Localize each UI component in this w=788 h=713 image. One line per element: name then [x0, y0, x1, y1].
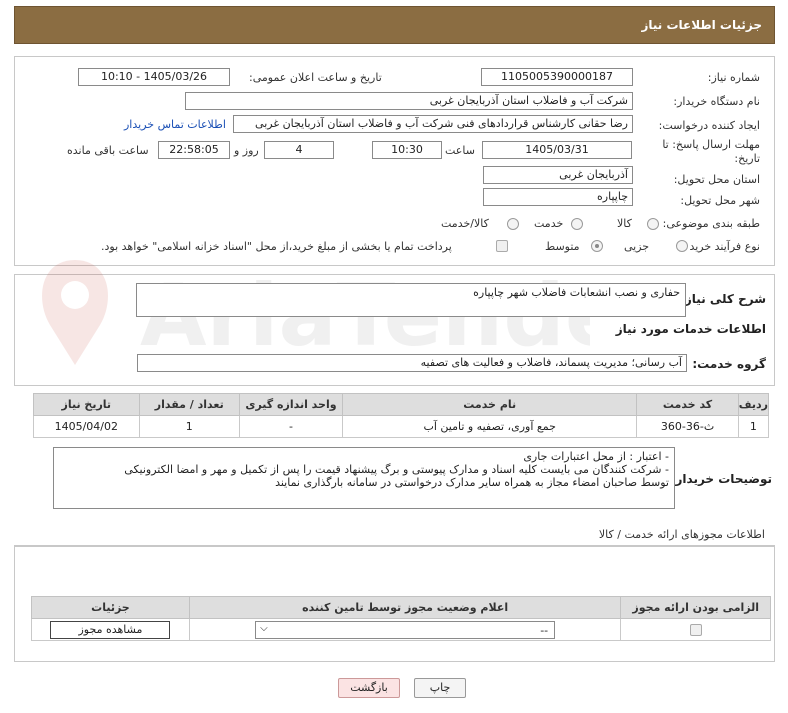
notes-line: - اعتبار : از محل اعتبارات جاری: [523, 450, 669, 463]
category-option-both: کالا/خدمت: [441, 217, 489, 230]
remaining-label: ساعت باقی مانده: [67, 144, 149, 157]
cell-quantity: 1: [138, 415, 240, 438]
category-radio-service[interactable]: [571, 218, 583, 230]
category-option-goods: کالا: [617, 217, 632, 230]
table-row: -- ⌵ مشاهده مجوز: [31, 618, 771, 641]
print-button[interactable]: چاپ: [414, 678, 466, 698]
col-need-date: تاریخ نیاز: [33, 393, 140, 416]
creator-field: رضا حقانی کارشناس قراردادهای فنی شرکت آب…: [233, 115, 633, 133]
category-radio-goods[interactable]: [647, 218, 659, 230]
notes-line: - شرکت کنندگان می بایست کلیه اسناد و مدا…: [124, 463, 669, 476]
announce-label: تاریخ و ساعت اعلان عمومی:: [249, 71, 382, 84]
deadline-label-1: مهلت ارسال پاسخ: تا: [662, 138, 760, 151]
cell-service-code: ث-36-360: [636, 415, 739, 438]
col-permit-details: جزئیات: [31, 596, 190, 619]
col-unit: واحد اندازه گیری: [238, 393, 344, 416]
page-title: جزئیات اطلاعات نیاز: [641, 18, 762, 32]
deadline-time-field: 10:30: [372, 141, 442, 159]
province-field: آذربایجان غربی: [483, 166, 633, 184]
days-field: 4: [264, 141, 334, 159]
cell-permit-required: [620, 618, 771, 641]
treasury-payment-note: پرداخت تمام یا بخشی از مبلغ خرید،از محل …: [101, 240, 452, 253]
chevron-down-icon: ⌵: [260, 622, 268, 634]
process-radio-medium[interactable]: [591, 240, 603, 252]
buyer-label: نام دستگاه خریدار:: [673, 95, 760, 108]
page-header: جزئیات اطلاعات نیاز: [14, 6, 775, 44]
province-label: استان محل تحویل:: [673, 173, 760, 186]
permit-status-select[interactable]: -- ⌵: [255, 620, 556, 639]
permit-required-checkbox: [689, 624, 702, 636]
need-number-label: شماره نیاز:: [707, 71, 760, 84]
services-table-header: ردیف کد خدمت نام خدمت واحد اندازه گیری ت…: [33, 393, 770, 416]
need-info-panel: [14, 56, 775, 266]
permit-status-select-value: --: [540, 623, 549, 637]
col-service-code: کد خدمت: [636, 393, 739, 416]
treasury-payment-checkbox[interactable]: [496, 240, 508, 252]
services-table: ردیف کد خدمت نام خدمت واحد اندازه گیری ت…: [33, 393, 770, 438]
service-group-field: آب رسانی؛ مدیریت پسماند، فاضلاب و فعالیت…: [137, 354, 687, 372]
remaining-time-field: 22:58:05: [158, 141, 230, 159]
col-permit-status: اعلام وضعیت مجوز توسط تامین کننده: [188, 596, 622, 619]
permits-title: اطلاعات مجوزهای ارائه خدمت / کالا: [598, 528, 765, 541]
category-option-service: خدمت: [534, 217, 564, 230]
deadline-label-2: تاریخ:: [734, 152, 760, 165]
days-label: روز و: [234, 144, 259, 157]
cell-permit-details: مشاهده مجوز: [31, 618, 190, 641]
view-permit-button[interactable]: مشاهده مجوز: [50, 620, 171, 639]
deadline-date-field: 1405/03/31: [482, 141, 632, 159]
city-field: چاپپاره: [483, 188, 633, 206]
permits-table-header: الزامی بودن ارائه مجوز اعلام وضعیت مجوز …: [31, 596, 771, 619]
summary-label: شرح کلی نیاز:: [680, 292, 766, 306]
buyer-field: شرکت آب و فاضلاب استان آذربایجان غربی: [185, 92, 633, 110]
creator-label: ایجاد کننده درخواست:: [658, 119, 760, 132]
col-service-name: نام خدمت: [342, 393, 638, 416]
city-label: شهر محل تحویل:: [680, 194, 760, 207]
announce-field: 1405/03/26 - 10:10: [78, 68, 230, 86]
need-number-field: 1105005390000187: [481, 68, 633, 86]
process-option-medium: متوسط: [545, 240, 580, 253]
cell-need-date: 1405/04/02: [33, 415, 140, 438]
process-label: نوع فرآیند خرید :: [682, 240, 760, 253]
buyer-notes-field: - اعتبار : از محل اعتبارات جاری - شرکت ک…: [53, 447, 675, 509]
col-quantity: تعداد / مقدار: [138, 393, 240, 416]
summary-field: حفاری و نصب انشعابات فاضلاب شهر چاپپاره: [136, 283, 686, 317]
contact-buyer-link[interactable]: اطلاعات تماس خریدار: [124, 118, 226, 131]
cell-row: 1: [737, 415, 770, 438]
col-permit-required: الزامی بودن ارائه مجوز: [620, 596, 771, 619]
col-row: ردیف: [737, 393, 770, 416]
cell-service-name: جمع آوری، تصفیه و تامین آب: [342, 415, 638, 438]
permits-table: الزامی بودن ارائه مجوز اعلام وضعیت مجوز …: [31, 596, 771, 641]
deadline-time-label: ساعت: [445, 144, 475, 157]
notes-line: توسط صاحبان امضاء مجاز به همراه سایر مدا…: [275, 476, 669, 489]
back-button[interactable]: بازگشت: [338, 678, 400, 698]
category-label: طبقه بندی موضوعی:: [662, 217, 760, 230]
permits-title-bar: اطلاعات مجوزهای ارائه خدمت / کالا: [14, 524, 775, 546]
service-group-label: گروه خدمت:: [692, 357, 766, 371]
services-title: اطلاعات خدمات مورد نیاز: [615, 322, 766, 336]
table-row: 1 ث-36-360 جمع آوری، تصفیه و تامین آب - …: [33, 415, 770, 438]
cell-permit-status: -- ⌵: [188, 618, 622, 641]
buyer-notes-label: توضیحات خریدار:: [670, 472, 772, 486]
process-option-minor: جزیی: [624, 240, 650, 253]
cell-unit: -: [238, 415, 344, 438]
process-radio-minor[interactable]: [676, 240, 688, 252]
category-radio-both[interactable]: [507, 218, 519, 230]
